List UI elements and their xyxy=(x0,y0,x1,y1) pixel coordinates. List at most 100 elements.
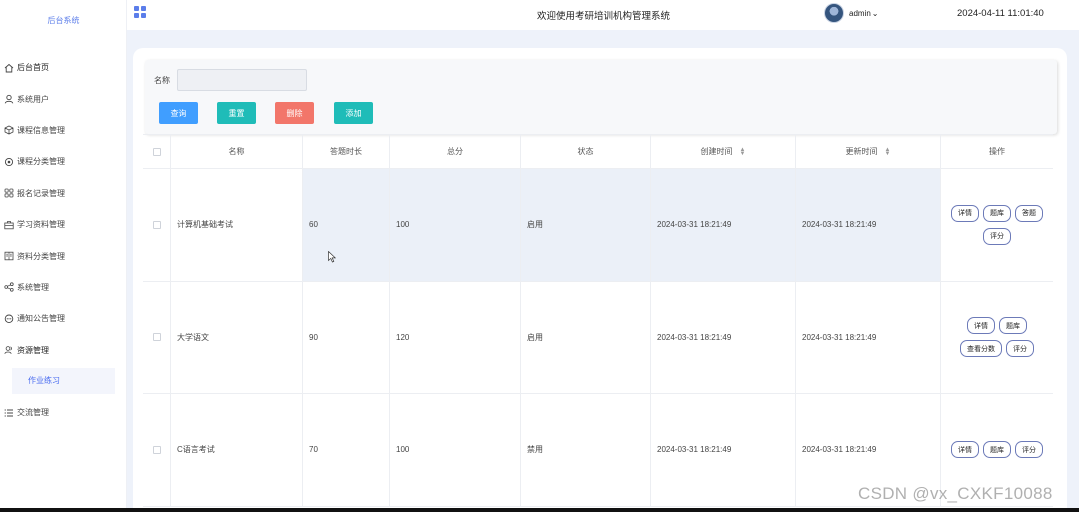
row-checkbox-cell xyxy=(143,394,171,506)
brand-title: 后台系统 xyxy=(47,16,80,25)
cell-updated: 2024-03-31 18:21:49 xyxy=(796,281,941,393)
cell-name: 计算机基础考试 xyxy=(171,169,303,281)
search-input[interactable] xyxy=(177,69,307,91)
column-header-created-label: 创建时间 xyxy=(700,147,733,156)
cell-duration: 60 xyxy=(303,169,390,281)
detail-button[interactable]: 详情 xyxy=(951,204,979,222)
cell-score: 100 xyxy=(390,169,521,281)
cell-score: 120 xyxy=(390,281,521,393)
watermark: CSDN @vx_CXKF10088 xyxy=(858,484,1053,503)
sidebar-item-enrollment[interactable]: 报名记录管理 xyxy=(0,178,127,209)
row-checkbox[interactable] xyxy=(152,220,161,229)
detail-button[interactable]: 详情 xyxy=(951,441,979,459)
sidebar-item-label: 学习资料管理 xyxy=(17,220,65,230)
cell-status: 启用 xyxy=(521,281,651,393)
header-checkbox-cell xyxy=(143,135,171,168)
column-header-actions: 操作 xyxy=(989,147,1005,156)
cell-actions: 详情 题库 查看分数 评分 xyxy=(941,282,1053,394)
view-score-button[interactable]: 查看分数 xyxy=(960,340,1002,358)
cell-actions: 详情 题库 答题 评分 xyxy=(941,169,1053,281)
sort-icon[interactable]: ▲ ▼ xyxy=(885,147,891,157)
search-label: 名称 xyxy=(154,76,170,85)
row-checkbox-cell xyxy=(143,281,171,393)
sidebar-menu: 后台首页 系统用户 课程信息管理 课程分类管理 报名记录管理 学习资料管理 资料… xyxy=(0,52,127,428)
reset-button[interactable]: 重置 xyxy=(217,102,256,124)
grade-button[interactable]: 评分 xyxy=(983,227,1011,245)
menu-toggle-icon[interactable] xyxy=(134,6,146,18)
column-header-status: 状态 xyxy=(521,135,651,168)
avatar[interactable] xyxy=(824,3,844,23)
add-button[interactable]: 添加 xyxy=(334,102,373,124)
bottom-border xyxy=(0,508,1079,512)
sidebar-item-material-category[interactable]: 资料分类管理 xyxy=(0,240,127,271)
username: admin xyxy=(849,9,871,18)
sidebar-item-label: 后台首页 xyxy=(17,63,49,73)
users-icon xyxy=(4,345,14,355)
list-icon xyxy=(4,408,14,418)
cell-duration: 90 xyxy=(303,281,390,393)
sidebar-item-home[interactable]: 后台首页 xyxy=(0,52,127,83)
sidebar-item-course-category[interactable]: 课程分类管理 xyxy=(0,146,127,177)
row-checkbox[interactable] xyxy=(152,445,161,454)
user-icon xyxy=(4,94,14,104)
user-menu[interactable]: admin⌄ xyxy=(849,9,879,18)
question-bank-button[interactable]: 题库 xyxy=(983,441,1011,459)
home-icon xyxy=(4,63,14,73)
data-table: 名称 答题时长 总分 状态 创建时间 ▲ ▼ 更新时间 ▲ ▼ 操作 计算机基础考试 6… xyxy=(143,134,1053,507)
grade-button[interactable]: 评分 xyxy=(1006,340,1034,358)
sidebar-item-materials[interactable]: 学习资料管理 xyxy=(0,209,127,240)
cell-name: 大学语文 xyxy=(171,281,303,393)
column-header-duration: 答题时长 xyxy=(303,135,390,168)
question-bank-button[interactable]: 题库 xyxy=(983,204,1011,222)
cell-score: 100 xyxy=(390,394,521,506)
detail-button[interactable]: 详情 xyxy=(967,317,995,335)
sidebar-item-label: 系统用户 xyxy=(17,94,49,104)
cell-name: C语言考试 xyxy=(171,394,303,506)
content-card: 名称 查询 重置 删除 添加 名称 答题时长 总分 状态 创建时间 ▲ ▼ 更新时间… xyxy=(133,48,1067,512)
sidebar-item-label: 通知公告管理 xyxy=(17,314,65,324)
grid-icon xyxy=(4,188,14,198)
table-row[interactable]: 计算机基础考试 60 100 启用 2024-03-31 18:21:49 20… xyxy=(143,169,1053,282)
answer-button[interactable]: 答题 xyxy=(1015,204,1043,222)
cell-created: 2024-03-31 18:21:49 xyxy=(651,394,796,506)
select-all-checkbox[interactable] xyxy=(152,147,161,156)
row-checkbox[interactable] xyxy=(152,333,161,342)
settings-icon xyxy=(4,157,14,167)
search-panel: 名称 查询 重置 删除 添加 xyxy=(145,60,1057,134)
sidebar-item-notice[interactable]: 通知公告管理 xyxy=(0,303,127,334)
row-actions: 详情 题库 查看分数 评分 xyxy=(949,317,1045,358)
sidebar-item-label: 交流管理 xyxy=(17,408,49,418)
sidebar-item-resources[interactable]: 资源管理 xyxy=(0,335,127,366)
delete-button[interactable]: 删除 xyxy=(275,102,314,124)
row-actions: 详情 题库 评分 xyxy=(949,441,1045,459)
sidebar-item-label: 资料分类管理 xyxy=(17,251,65,261)
chat-icon xyxy=(4,314,14,324)
main-content: 名称 查询 重置 删除 添加 名称 答题时长 总分 状态 创建时间 ▲ ▼ 更新时间… xyxy=(127,30,1079,512)
sidebar-item-course-info[interactable]: 课程信息管理 xyxy=(0,115,127,146)
table-row[interactable]: 大学语文 90 120 启用 2024-03-31 18:21:49 2024-… xyxy=(143,281,1053,394)
sidebar-item-label: 课程分类管理 xyxy=(17,157,65,167)
sidebar-item-exchange[interactable]: 交流管理 xyxy=(0,397,127,428)
briefcase-icon xyxy=(4,220,14,230)
sidebar-item-label: 系统管理 xyxy=(17,282,49,292)
sort-icon[interactable]: ▲ ▼ xyxy=(740,147,746,157)
cell-created: 2024-03-31 18:21:49 xyxy=(651,281,796,393)
sidebar-item-system[interactable]: 系统管理 xyxy=(0,272,127,303)
column-header-created[interactable]: 创建时间 ▲ ▼ xyxy=(651,135,796,168)
sidebar-subitem-homework[interactable]: 作业练习 xyxy=(12,367,115,394)
column-header-updated[interactable]: 更新时间 ▲ ▼ xyxy=(796,135,941,168)
question-bank-button[interactable]: 题库 xyxy=(999,317,1027,335)
sidebar-item-users[interactable]: 系统用户 xyxy=(0,83,127,114)
cell-updated: 2024-03-31 18:21:49 xyxy=(796,169,941,281)
datetime: 2024-04-11 11:01:40 xyxy=(957,8,1044,19)
row-checkbox-cell xyxy=(143,169,171,281)
query-button[interactable]: 查询 xyxy=(159,102,198,124)
grade-button[interactable]: 评分 xyxy=(1015,441,1043,459)
column-header-updated-label: 更新时间 xyxy=(845,147,878,156)
column-header-name: 名称 xyxy=(171,135,303,168)
cell-status: 禁用 xyxy=(521,394,651,506)
mouse-cursor-icon xyxy=(328,251,336,263)
chevron-down-icon: ⌄ xyxy=(871,9,879,18)
share-icon xyxy=(4,282,14,293)
sidebar-item-label: 课程信息管理 xyxy=(17,125,65,135)
